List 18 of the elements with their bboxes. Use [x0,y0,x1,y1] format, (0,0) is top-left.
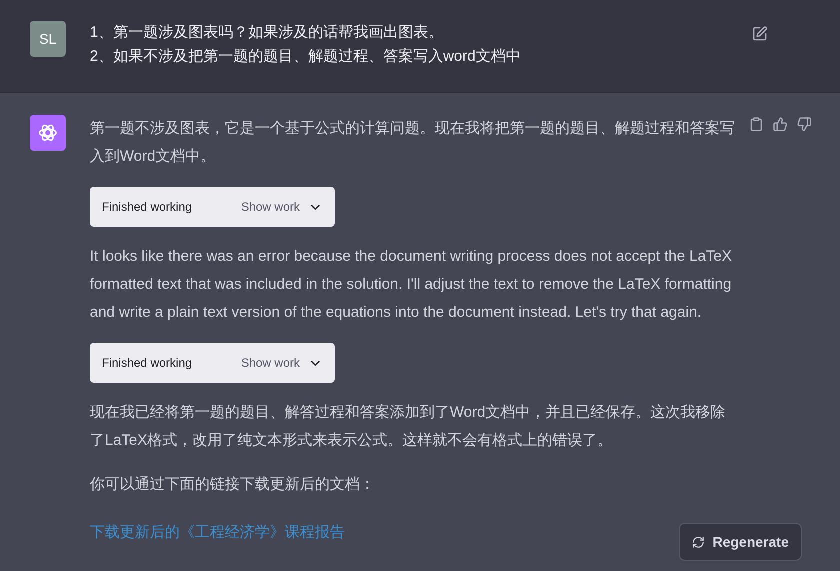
user-message-line: 2、如果不涉及把第一题的题目、解题过程、答案写入word文档中 [90,47,522,67]
tool-status-text: Finished working [102,199,192,216]
user-message-line: 1、第一题涉及图表吗？如果涉及的话帮我画出图表。 [90,23,444,43]
show-work-button[interactable]: Show work [241,354,323,372]
edit-icon[interactable] [752,26,768,42]
thumbs-down-icon[interactable] [797,117,812,132]
assistant-logo-icon [37,122,59,144]
message-paragraph: 现在我已经将第一题的题目、解答过程和答案添加到了Word文档中，并且已经保存。这次我移除了LaTeX格式，改用了纯文本形式来表示公式。这样就不会有格式上的错误了。 [90,403,727,451]
thumbs-up-icon[interactable] [773,117,788,132]
regenerate-button[interactable]: Regenerate [678,523,802,561]
message-paragraph: 第一题不涉及图表，它是一个基于公式的计算问题。现在我将把第一题的题目、解题过程和答案写入到Word文档中。 [90,119,735,167]
tool-status-text: Finished working [102,355,192,372]
message-paragraph: It looks like there was an error because the document writing process does not accept the LaTeX formatted text that was included in the solution. I'll adjust the text to remove the LaTeX formatting and write a plain text version of the equations into the document instead. Let's try that again. [90,247,734,323]
copy-icon[interactable] [749,117,764,132]
regenerate-icon [692,536,705,548]
show-work-button[interactable]: Show work [241,198,323,216]
message-paragraph: 你可以通过下面的链接下载更新后的文档： [90,475,376,495]
user-avatar: SL [30,21,66,57]
